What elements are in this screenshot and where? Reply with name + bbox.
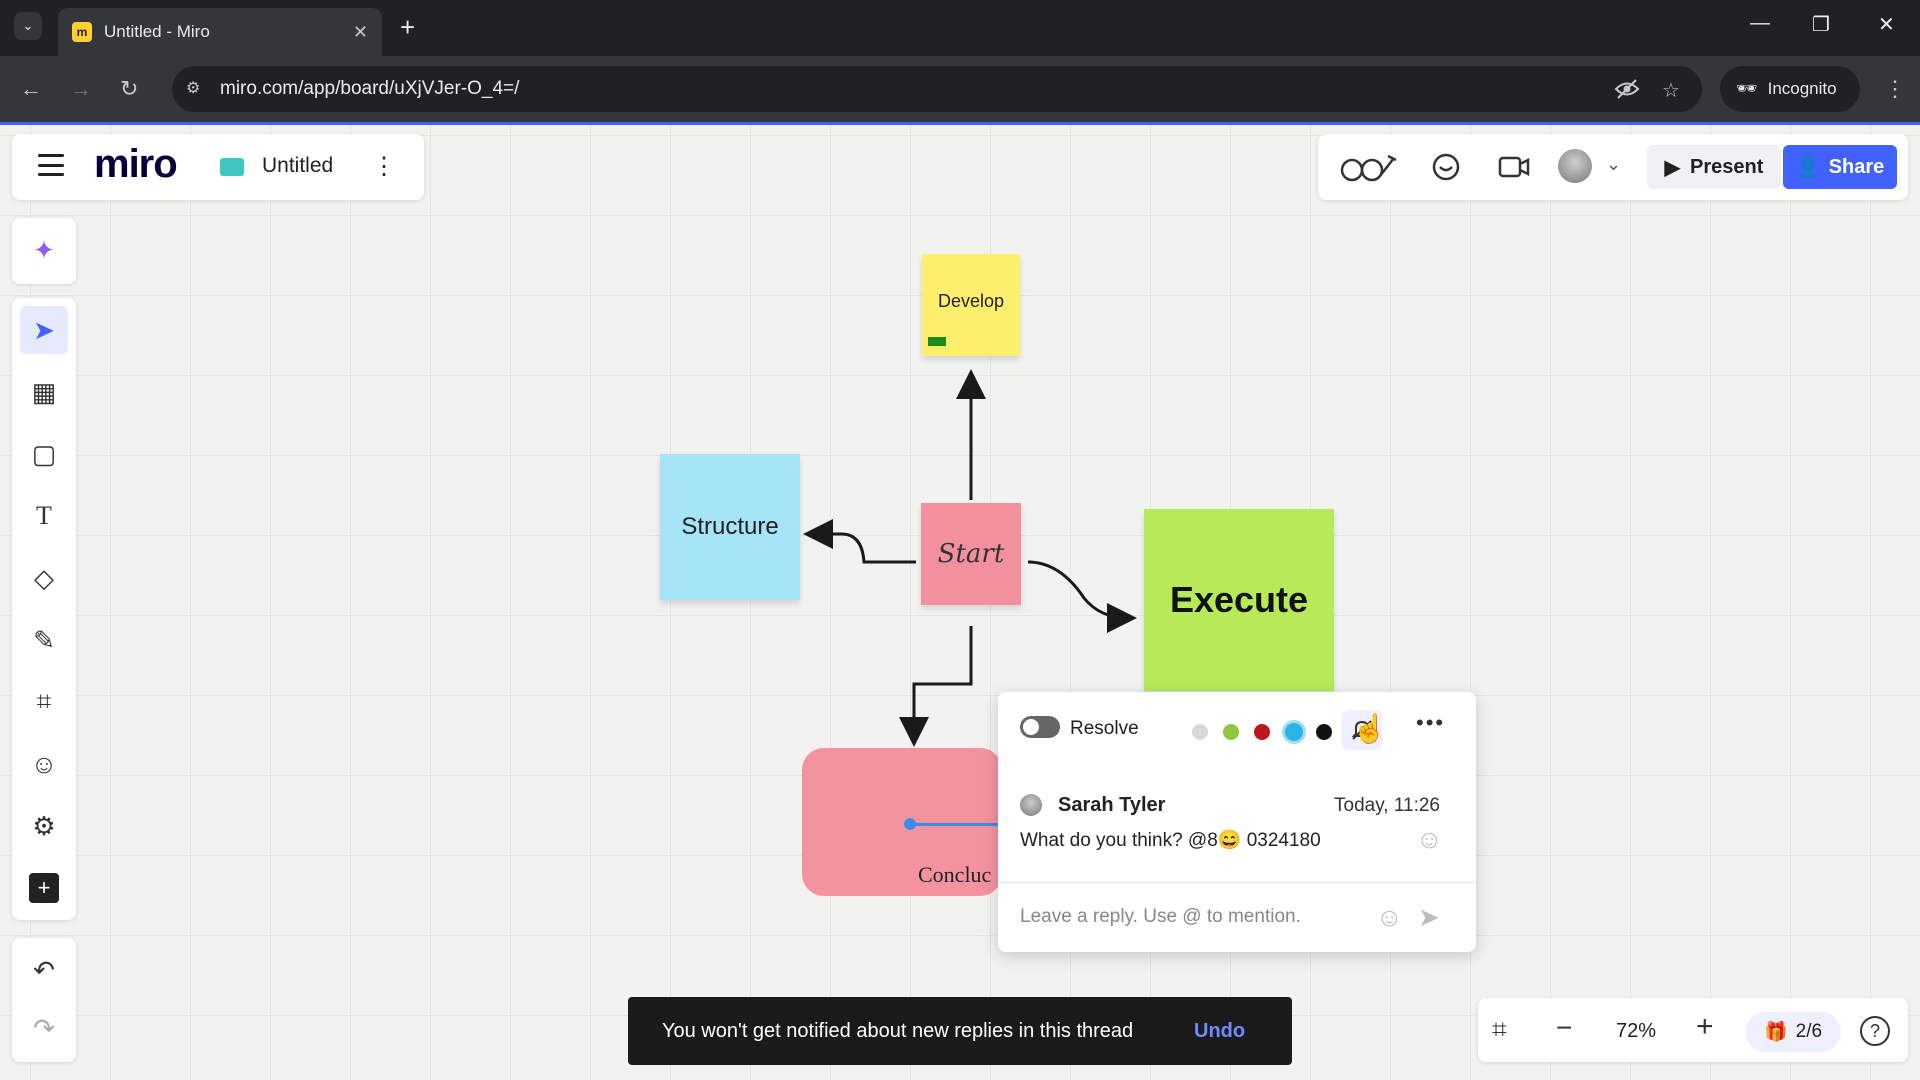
send-icon[interactable]: ➤ xyxy=(1418,902,1440,933)
zoom-level[interactable]: 72% xyxy=(1616,1020,1656,1043)
gift-icon: 🎁 xyxy=(1763,1022,1788,1043)
mouse-cursor-icon: ☝ xyxy=(1352,713,1387,744)
help-icon[interactable]: ? xyxy=(1860,1016,1890,1046)
execute-text: Execute xyxy=(1169,579,1309,620)
color-option-green[interactable] xyxy=(1223,724,1239,740)
conclusion-text: Concluc xyxy=(918,862,992,887)
structure-text: Structure xyxy=(681,513,779,540)
start-text: Start xyxy=(937,539,1005,569)
arrow-to-execute[interactable] xyxy=(1027,560,1137,633)
resolve-toggle[interactable] xyxy=(1020,716,1060,738)
undo-button[interactable]: Undo xyxy=(1194,1020,1245,1043)
conclusion-shape[interactable]: Concluc xyxy=(802,748,1002,896)
tag-marker xyxy=(928,337,946,346)
reply-placeholder: Leave a reply. Use @ to mention. xyxy=(1020,906,1301,927)
add-reaction-icon[interactable]: ☺ xyxy=(1416,824,1443,855)
page-indicator-label: 2/6 xyxy=(1795,1021,1823,1042)
comment-author: Sarah Tyler xyxy=(1058,794,1166,816)
comment-thread: Resolve ••• Sarah Tyler Today, 11:26 Wha… xyxy=(998,692,1476,952)
comment-text: What do you think? @8😄 0324180 xyxy=(1020,830,1321,851)
develop-text: Develop xyxy=(937,290,1005,311)
sticky-develop[interactable]: Develop xyxy=(922,254,1020,356)
selection-line xyxy=(910,823,1002,826)
divider xyxy=(998,882,1476,883)
comment-time: Today, 11:26 xyxy=(1334,795,1440,816)
sticky-execute[interactable]: Execute xyxy=(1144,509,1334,691)
selection-handle[interactable] xyxy=(904,818,916,830)
color-option-blue[interactable] xyxy=(1282,720,1306,744)
color-option-grey[interactable] xyxy=(1192,724,1208,740)
fit-to-screen-icon[interactable]: ⌗ xyxy=(1492,1014,1507,1046)
zoom-in-icon[interactable]: + xyxy=(1696,1010,1714,1044)
author-avatar xyxy=(1020,794,1042,816)
arrow-to-structure[interactable] xyxy=(803,519,916,564)
color-option-red[interactable] xyxy=(1254,724,1270,740)
notification-toast: You won't get notified about new replies… xyxy=(628,997,1292,1065)
arrow-to-conclusion[interactable] xyxy=(899,626,973,747)
zoom-out-icon[interactable]: − xyxy=(1556,1012,1572,1044)
sticky-structure[interactable]: Structure xyxy=(660,454,800,600)
zoom-panel xyxy=(1478,998,1908,1062)
sticky-start[interactable]: Start xyxy=(921,503,1021,605)
color-option-black[interactable] xyxy=(1316,724,1332,740)
page-indicator[interactable]: 🎁 2/6 xyxy=(1745,1012,1841,1052)
resolve-label: Resolve xyxy=(1070,718,1139,739)
more-options-icon[interactable]: ••• xyxy=(1416,710,1445,736)
reply-emoji-icon[interactable]: ☺ xyxy=(1376,902,1403,933)
toast-message: You won't get notified about new replies… xyxy=(662,1019,1134,1042)
reply-input[interactable]: Leave a reply. Use @ to mention. xyxy=(1016,894,1376,938)
